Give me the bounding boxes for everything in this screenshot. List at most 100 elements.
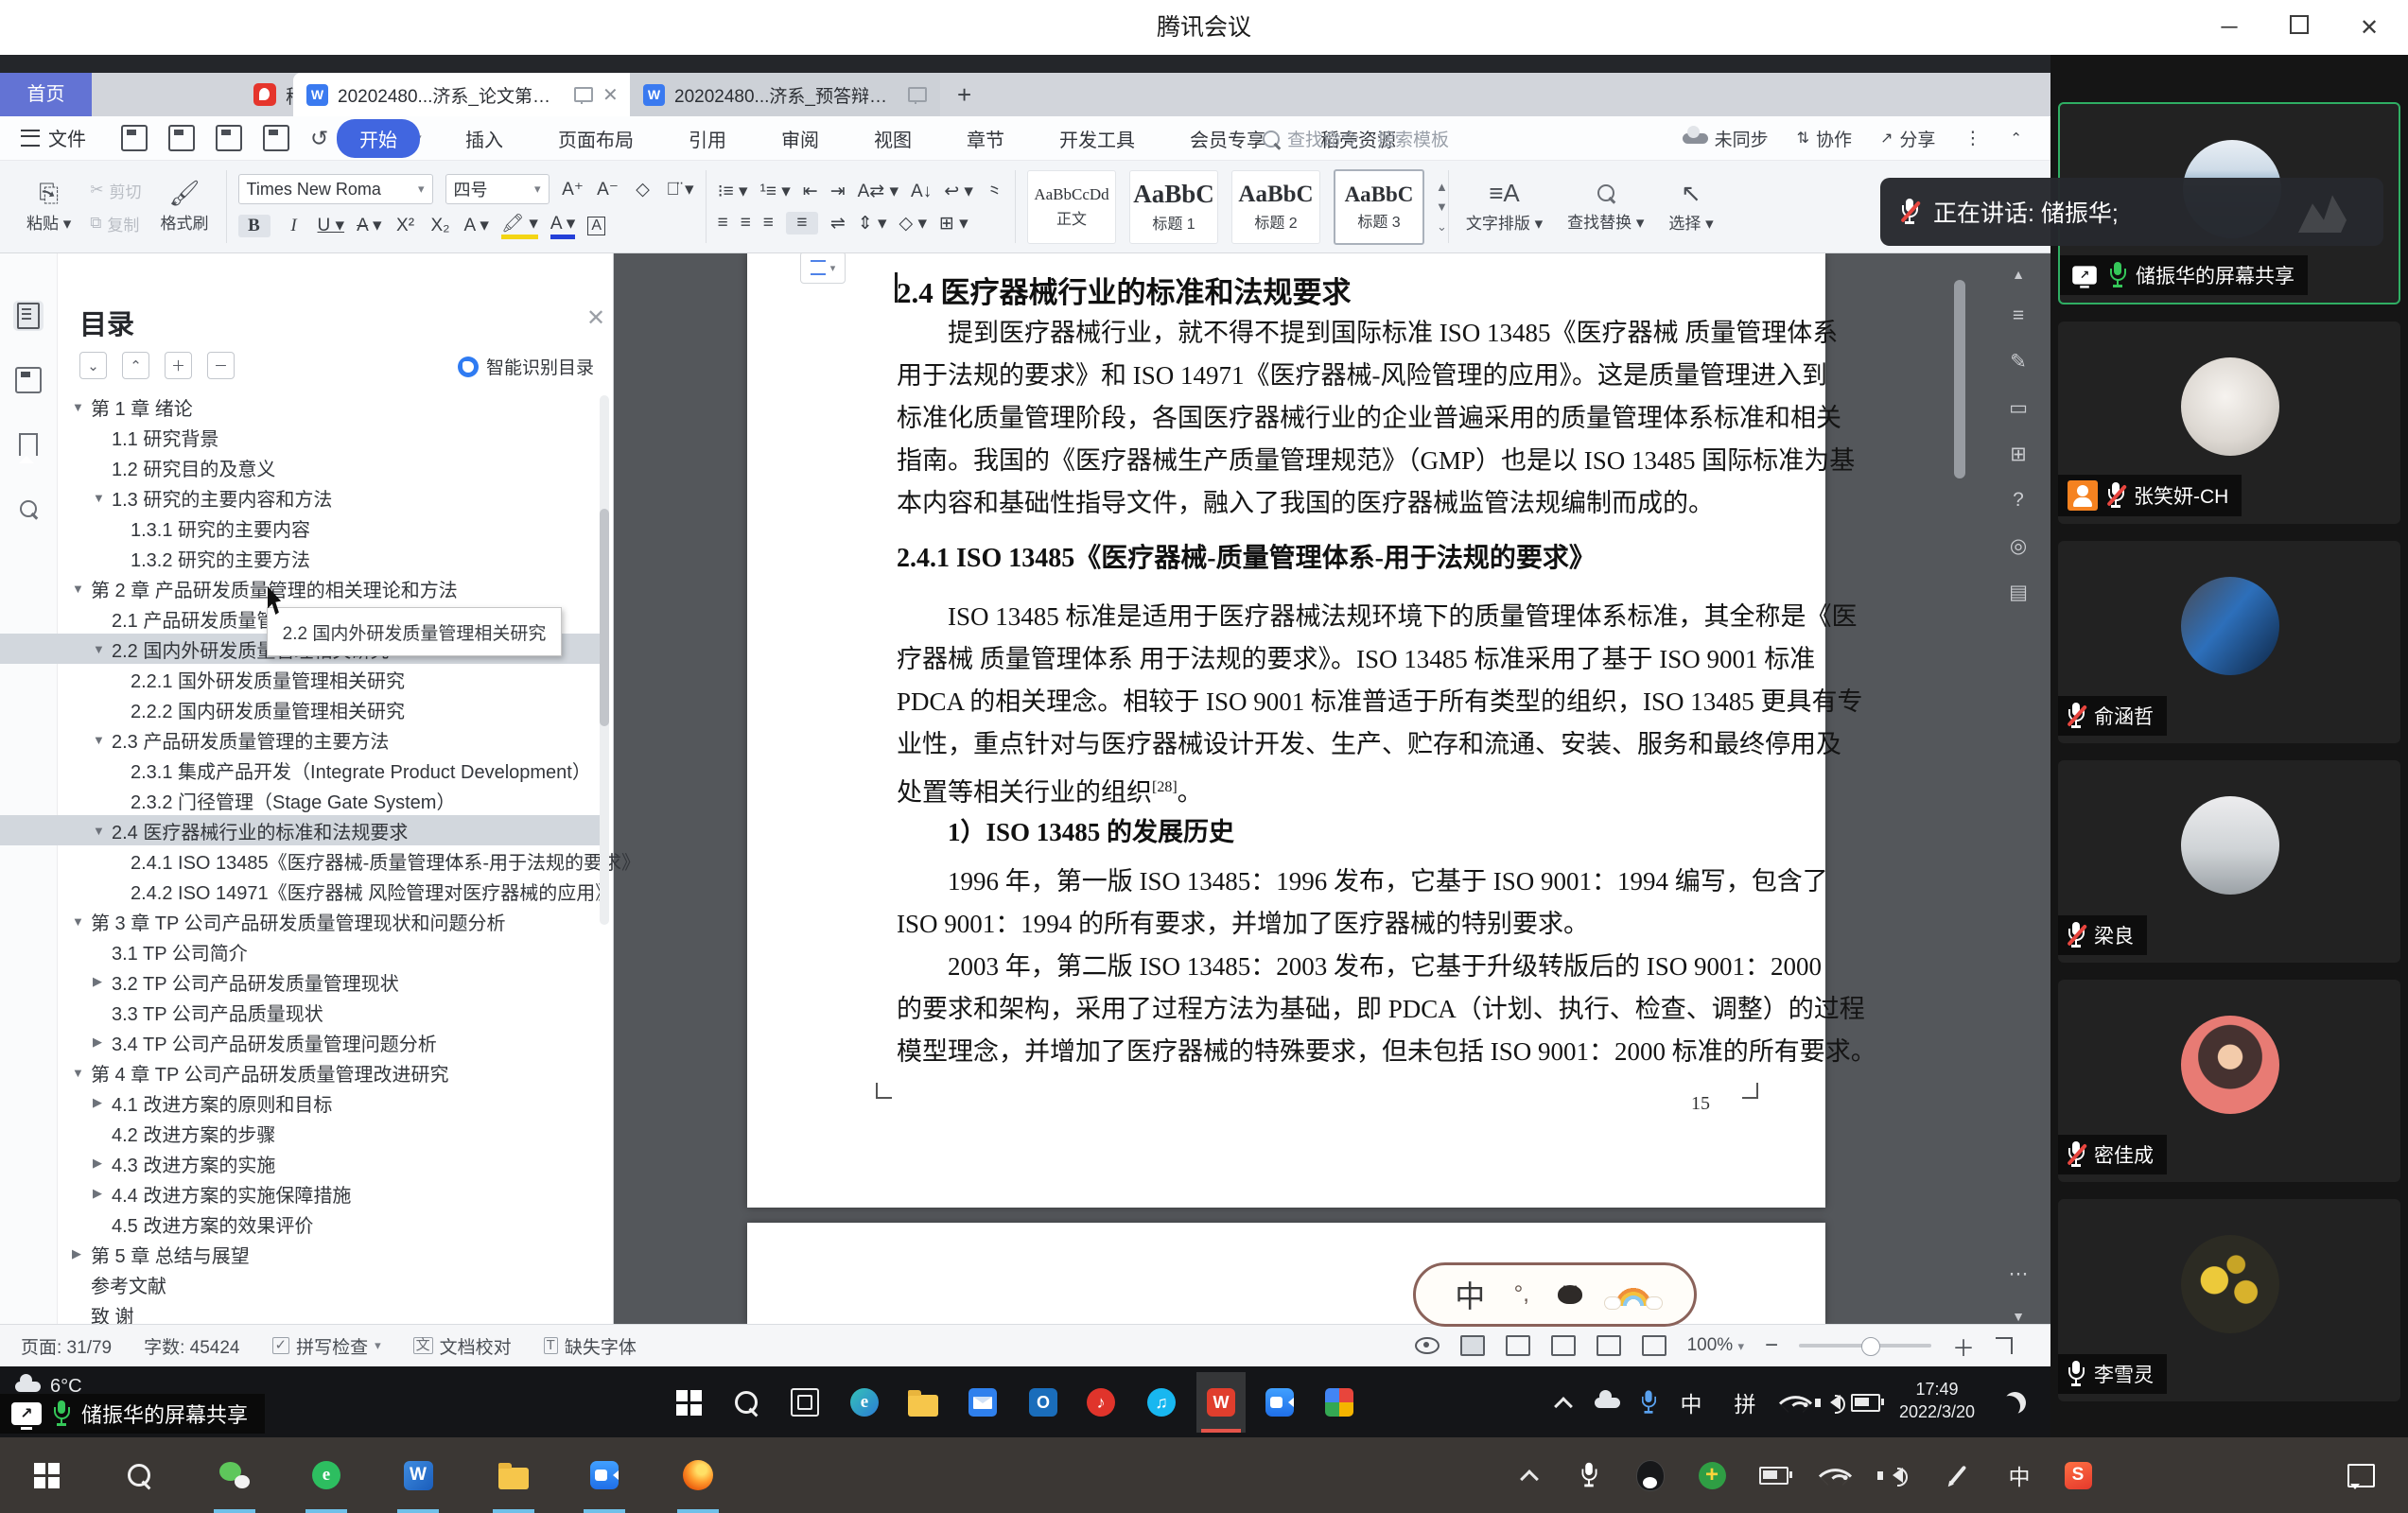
- shrink-font-icon[interactable]: A⁻: [597, 179, 619, 200]
- strikethrough-button[interactable]: A ▾: [357, 215, 381, 236]
- outline-item[interactable]: ▶4.3 改进方案的实施: [0, 1148, 605, 1178]
- undo-icon[interactable]: ↺: [310, 126, 328, 151]
- outline-item[interactable]: ▼2.4 医疗器械行业的标准和法规要求: [0, 815, 605, 845]
- align-right-icon[interactable]: ≡: [763, 213, 774, 234]
- ribbon-tab-开始[interactable]: 开始: [337, 119, 420, 158]
- ime-toolbar[interactable]: 中 °,: [1413, 1262, 1697, 1327]
- ribbon-tab-插入[interactable]: 插入: [456, 120, 513, 157]
- zoom-slider[interactable]: [1799, 1344, 1931, 1348]
- pen-icon[interactable]: [1929, 1437, 1986, 1513]
- file-menu[interactable]: 文件: [21, 124, 86, 151]
- page-indicator[interactable]: 页面: 31/79: [21, 1333, 112, 1359]
- select-button[interactable]: ↖ 选择 ▾: [1663, 176, 1719, 237]
- chevron-down-icon[interactable]: ▼: [93, 491, 105, 505]
- collapse-ribbon-icon[interactable]: ⌃: [2010, 130, 2022, 147]
- eye-protect-icon[interactable]: [1415, 1337, 1440, 1354]
- netease-music-icon[interactable]: ♪: [1076, 1372, 1125, 1433]
- style-正文[interactable]: AaBbCcDd正文: [1027, 170, 1116, 244]
- outline-item[interactable]: 1.3.2 研究的主要方法: [0, 543, 605, 573]
- paste-button[interactable]: ⎘ 粘贴 ▾: [21, 176, 77, 237]
- volume-icon[interactable]: [1865, 1437, 1922, 1513]
- phonetic-guide-icon[interactable]: 文̈ ▾: [667, 179, 694, 200]
- chevron-right-icon[interactable]: ▶: [72, 1246, 81, 1261]
- line-spacing-icon[interactable]: ⇕ ▾: [858, 213, 887, 235]
- maximize-button[interactable]: [2285, 14, 2313, 41]
- participant-tile-6[interactable]: 李雪灵: [2058, 1199, 2400, 1401]
- sogou-icon[interactable]: S: [2050, 1437, 2106, 1513]
- tencent-meeting-icon[interactable]: [576, 1437, 633, 1513]
- italic-button[interactable]: I: [283, 216, 305, 236]
- outline-item[interactable]: 1.3.1 研究的主要内容: [0, 513, 605, 543]
- document-tab-active[interactable]: W 20202480...济系_论文第二版 ✕: [293, 73, 651, 116]
- chevron-down-icon[interactable]: ▼: [93, 824, 105, 838]
- outline-item[interactable]: ▶第 5 章 总结与展望: [0, 1239, 605, 1269]
- font-color-icon[interactable]: A ▾: [550, 213, 575, 239]
- scroll-up-icon[interactable]: ▲: [2004, 267, 2033, 282]
- ime-punct-icon[interactable]: °,: [1514, 1281, 1529, 1308]
- tray-expand-icon[interactable]: [1539, 1372, 1588, 1433]
- outline-item[interactable]: ▼第 4 章 TP 公司产品研发质量管理改进研究: [0, 1057, 605, 1087]
- format-painter-button[interactable]: 🖌 格式刷: [155, 176, 215, 237]
- zoom-in-icon[interactable]: ＋: [1952, 1330, 1975, 1363]
- distribute-icon[interactable]: ⇌: [830, 213, 846, 235]
- sync-status[interactable]: 未同步: [1683, 126, 1769, 151]
- close-button[interactable]: ✕: [2355, 14, 2383, 42]
- ime-pinyin-icon[interactable]: 拼: [1720, 1372, 1770, 1433]
- task-view-icon[interactable]: [780, 1372, 829, 1433]
- align-center-icon[interactable]: ≡: [741, 213, 751, 234]
- qq-icon[interactable]: [1622, 1437, 1679, 1513]
- outline-item[interactable]: 参考文献: [0, 1269, 605, 1299]
- highlight-color-icon[interactable]: 🖍 ▾: [501, 212, 538, 239]
- outline-item[interactable]: ▼1.3 研究的主要内容和方法: [0, 482, 605, 513]
- fullscreen-icon[interactable]: [1996, 1337, 2013, 1354]
- outline-item[interactable]: ▼第 3 章 TP 公司产品研发质量管理现状和问题分析: [0, 906, 605, 936]
- minimize-button[interactable]: ─: [2215, 14, 2243, 41]
- outline-item[interactable]: ▼第 2 章 产品研发质量管理的相关理论和方法: [0, 573, 605, 603]
- layout-tool-icon[interactable]: ▤: [2004, 581, 2033, 604]
- expand-level-icon[interactable]: ＋: [165, 352, 192, 379]
- participant-tile-4[interactable]: 梁良: [2058, 760, 2400, 963]
- decrease-indent-icon[interactable]: ⇤: [803, 181, 818, 202]
- search-icon[interactable]: [111, 1437, 167, 1513]
- chevron-down-icon[interactable]: ▼: [72, 400, 84, 414]
- bold-button[interactable]: B: [238, 215, 270, 237]
- word-icon[interactable]: W: [390, 1437, 446, 1513]
- expand-all-icon[interactable]: ⌄: [79, 352, 107, 379]
- photos-icon[interactable]: [1315, 1372, 1364, 1433]
- print-icon[interactable]: [216, 125, 242, 151]
- ribbon-tab-引用[interactable]: 引用: [679, 120, 736, 157]
- subscript-button[interactable]: X₂: [429, 216, 452, 236]
- chevron-right-icon[interactable]: ▶: [93, 1186, 102, 1201]
- scroll-down-icon[interactable]: ▼: [2004, 1309, 2033, 1324]
- spell-check-toggle[interactable]: ✓拼写检查▾: [272, 1333, 381, 1359]
- participant-tile-5[interactable]: 密佳成: [2058, 980, 2400, 1182]
- evernote-icon[interactable]: e: [298, 1437, 355, 1513]
- start-icon[interactable]: [18, 1437, 75, 1513]
- ribbon-tab-开发工具[interactable]: 开发工具: [1050, 120, 1144, 157]
- page-setup-icon[interactable]: ⺀: [986, 179, 1003, 204]
- tab-close-icon[interactable]: ✕: [602, 83, 619, 107]
- borders-icon[interactable]: ⊞ ▾: [939, 213, 968, 235]
- ime-zh-icon[interactable]: 中: [1666, 1372, 1716, 1433]
- outline-item[interactable]: 4.5 改进方案的效果评价: [0, 1209, 605, 1239]
- chevron-right-icon[interactable]: ▶: [93, 1095, 102, 1110]
- collaborate-button[interactable]: ⇅协作: [1797, 126, 1852, 151]
- chevron-down-icon[interactable]: ▼: [72, 1066, 84, 1080]
- outline-item[interactable]: 4.2 改进方案的步骤: [0, 1118, 605, 1148]
- battery-icon[interactable]: [1745, 1437, 1802, 1513]
- new-tab-button[interactable]: +: [957, 80, 971, 110]
- increase-indent-icon[interactable]: ⇥: [830, 181, 846, 202]
- outline-item[interactable]: 2.3.2 门径管理（Stage Gate System）: [0, 785, 605, 815]
- number-list-icon[interactable]: ¹≡ ▾: [760, 181, 791, 202]
- justify-icon[interactable]: ≡: [786, 212, 818, 235]
- outline-item[interactable]: ▼第 1 章 绪论: [0, 391, 605, 422]
- outline-view-icon[interactable]: [1506, 1335, 1530, 1356]
- tray-expand-icon[interactable]: [1501, 1437, 1558, 1513]
- underline-button[interactable]: U ▾: [318, 215, 345, 236]
- ribbon-tab-会员专享[interactable]: 会员专享: [1180, 120, 1275, 157]
- read-view-icon[interactable]: [1597, 1335, 1621, 1356]
- outline-item[interactable]: ▶3.2 TP 公司产品研发质量管理现状: [0, 966, 605, 997]
- edit-view-icon[interactable]: [1642, 1335, 1666, 1356]
- wifi-icon[interactable]: [1806, 1437, 1863, 1513]
- superscript-button[interactable]: X²: [394, 216, 417, 236]
